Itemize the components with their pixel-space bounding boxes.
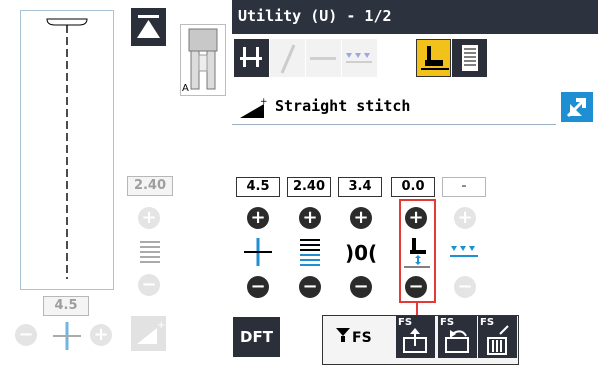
row-divider: [232, 124, 556, 125]
tension-value: 3.4: [338, 177, 382, 197]
length-minus-left-button[interactable]: −: [138, 274, 160, 296]
stitch-symbol: + _: [235, 94, 270, 127]
tension-icon: )0(: [345, 240, 377, 268]
fs-mini-label: FS: [398, 317, 413, 328]
fs-memory-button[interactable]: FS: [396, 316, 435, 358]
dft-button[interactable]: DFT: [233, 317, 280, 357]
fs-delete-button[interactable]: FS: [478, 316, 517, 358]
svg-text:_: _: [236, 117, 241, 122]
width-plus-left-button[interactable]: +: [90, 324, 112, 346]
needle-position-icon: [240, 47, 262, 67]
free-motion-icon: [449, 244, 479, 264]
fs-label[interactable]: FS: [352, 330, 372, 346]
svg-text:+: +: [157, 320, 165, 331]
length-plus-left-button[interactable]: +: [138, 207, 160, 229]
presser-foot-tab-icon: [421, 46, 449, 70]
length-value-left: 2.40: [127, 176, 173, 196]
width-value-left: 4.5: [43, 296, 89, 316]
stitch-length-icon: [140, 241, 160, 263]
width-icon-left: [51, 320, 83, 356]
arrow-up-bar-icon: [137, 15, 160, 38]
free-motion-value: -: [442, 177, 486, 197]
needle-icon: [280, 44, 296, 74]
width-value: 4.5: [236, 177, 280, 197]
settings-open-button[interactable]: [556, 90, 598, 124]
zigzag-icon: [310, 57, 336, 60]
stitch-path-icon: [46, 18, 88, 279]
presser-foot-letter: A: [182, 83, 189, 94]
stitch-width-icon: [53, 322, 81, 350]
filter-icon: [336, 328, 350, 342]
highlight-box: [399, 199, 436, 303]
tab-stitch-type-2[interactable]: [342, 39, 377, 77]
fs-settings-icon: [336, 326, 350, 348]
svg-text:+: +: [260, 97, 268, 107]
thread-tension-icon: )0(: [345, 241, 377, 265]
fs-mini-label: FS: [480, 317, 495, 328]
tab-stitch-type-1[interactable]: [306, 39, 341, 77]
edit-stitch-button[interactable]: +: [131, 316, 166, 351]
pivot-height-value: 0.0: [391, 177, 435, 197]
length-icon: [300, 238, 320, 270]
page-title: Utility (U) - 1/2: [238, 7, 392, 25]
tab-needle[interactable]: [270, 39, 305, 77]
length-minus-button[interactable]: −: [299, 276, 321, 298]
svg-text:)0(: )0(: [345, 241, 377, 264]
stitch-preview: [20, 10, 114, 290]
width-minus-left-button[interactable]: −: [15, 324, 37, 346]
tab-straight-stitch[interactable]: [234, 39, 269, 77]
arrow-out-icon: [561, 92, 593, 122]
fs-mini-label: FS: [440, 317, 455, 328]
stitch-length-icon: [300, 239, 320, 266]
needle-up-button[interactable]: [131, 8, 166, 46]
width-icon: [242, 236, 274, 272]
tab-pattern-list[interactable]: [452, 39, 487, 77]
needle-width-icon: [244, 238, 272, 266]
free-motion-plus-button[interactable]: +: [454, 207, 476, 229]
triangle-edit-icon: +: [137, 320, 165, 344]
free-motion-minus-button[interactable]: −: [454, 276, 476, 298]
tab-presser-foot[interactable]: [416, 39, 451, 77]
tension-plus-button[interactable]: +: [350, 207, 372, 229]
triangle-icon: + _: [235, 97, 268, 127]
length-icon-left: [140, 240, 160, 268]
fs-recall-button[interactable]: FS: [438, 316, 477, 358]
length-value: 2.40: [287, 177, 331, 197]
length-plus-button[interactable]: +: [299, 207, 321, 229]
feed-dog-icon: [346, 53, 372, 63]
width-minus-button[interactable]: −: [247, 276, 269, 298]
stitch-name: Straight stitch: [275, 97, 411, 115]
width-plus-button[interactable]: +: [247, 207, 269, 229]
feed-dog-icon: [450, 246, 478, 257]
grid-list-icon: [462, 45, 478, 71]
tension-minus-button[interactable]: −: [350, 276, 372, 298]
